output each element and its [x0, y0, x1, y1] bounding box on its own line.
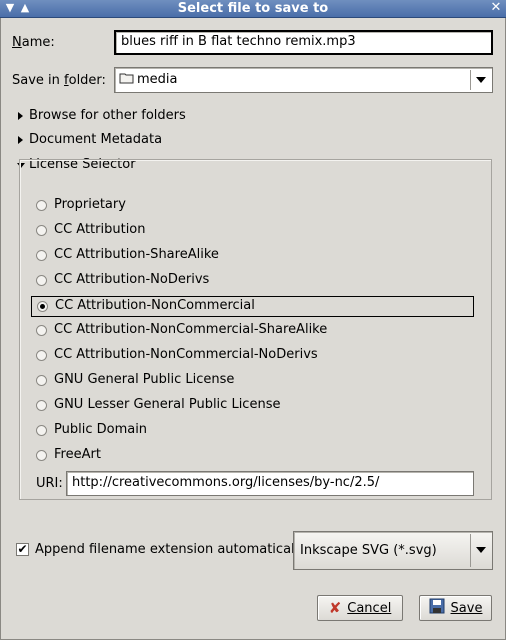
license-option[interactable]: CC Attribution-NonCommercial-NoDerivs	[31, 346, 474, 367]
license-option[interactable]: CC Attribution-NoDerivs	[31, 271, 474, 292]
license-option[interactable]: Proprietary	[31, 196, 474, 217]
license-option[interactable]: CC Attribution	[31, 221, 474, 242]
save-in-folder-combo[interactable]: media	[114, 67, 493, 93]
cancel-label: Cancel	[347, 600, 392, 616]
license-option[interactable]: Public Domain	[31, 421, 474, 442]
license-option-label: CC Attribution-NonCommercial-NoDerivs	[54, 347, 318, 362]
uri-label: URI:	[36, 476, 63, 491]
floppy-disk-icon	[429, 598, 445, 618]
expander-arrow-icon	[18, 136, 23, 144]
license-option-label: GNU Lesser General Public License	[54, 397, 281, 412]
radio-icon[interactable]	[36, 325, 47, 336]
cancel-icon: ✘	[328, 598, 342, 617]
append-extension-checkbox[interactable]: ✔	[16, 543, 29, 556]
browse-folders-label: Browse for other folders	[29, 108, 186, 123]
save-in-folder-value: media	[137, 72, 178, 87]
license-option-label: CC Attribution-ShareAlike	[54, 247, 219, 262]
license-option[interactable]: CC Attribution-NonCommercial-ShareAlike	[31, 321, 474, 342]
license-option-label: FreeArt	[54, 447, 101, 462]
file-type-value: Inkscape SVG (*.svg)	[300, 543, 437, 558]
close-icon[interactable]: ✕	[489, 1, 503, 15]
license-option[interactable]: CC Attribution-ShareAlike	[31, 246, 474, 267]
license-option-label: GNU General Public License	[54, 372, 235, 387]
radio-icon[interactable]	[36, 450, 47, 461]
file-type-combo[interactable]: Inkscape SVG (*.svg)	[293, 531, 493, 570]
radio-selected-icon[interactable]	[37, 301, 48, 312]
name-label: Name:	[12, 35, 55, 50]
save-in-folder-label: Save in folder:	[12, 73, 106, 88]
chevron-down-icon[interactable]	[476, 547, 486, 553]
save-button[interactable]: Save	[419, 595, 492, 621]
radio-icon[interactable]	[36, 350, 47, 361]
license-option-label: CC Attribution	[54, 222, 146, 237]
license-option[interactable]: CC Attribution-NonCommercial	[31, 296, 474, 317]
save-label: Save	[450, 600, 483, 616]
cancel-button[interactable]: ✘ Cancel	[317, 595, 403, 621]
append-extension-label[interactable]: Append filename extension automatically	[35, 542, 306, 557]
folder-icon	[119, 71, 135, 89]
expander-arrow-icon	[18, 112, 23, 120]
document-metadata-expander[interactable]: Document Metadata	[14, 131, 214, 149]
radio-icon[interactable]	[36, 200, 47, 211]
window-title: Select file to save to	[177, 1, 329, 16]
browse-folders-expander[interactable]: Browse for other folders	[14, 107, 214, 125]
license-option-label: CC Attribution-NoDerivs	[54, 272, 210, 287]
uri-input[interactable]: http://creativecommons.org/licenses/by-n…	[66, 471, 474, 496]
license-option-label: Proprietary	[54, 197, 126, 212]
radio-icon[interactable]	[36, 375, 47, 386]
license-option-label: CC Attribution-NonCommercial	[55, 298, 255, 313]
license-option[interactable]: GNU Lesser General Public License	[31, 396, 474, 417]
filename-input[interactable]: blues riff in B flat techno remix.mp3	[114, 30, 493, 55]
radio-icon[interactable]	[36, 425, 47, 436]
radio-icon[interactable]	[36, 250, 47, 261]
document-metadata-label: Document Metadata	[29, 132, 163, 147]
radio-icon[interactable]	[36, 225, 47, 236]
title-bar[interactable]: ▼ ▲ Select file to save to ✕	[0, 0, 506, 18]
license-option-label: Public Domain	[54, 422, 148, 437]
license-option[interactable]: GNU General Public License	[31, 371, 474, 392]
license-option-label: CC Attribution-NonCommercial-ShareAlike	[54, 322, 328, 337]
radio-icon[interactable]	[36, 275, 47, 286]
radio-icon[interactable]	[36, 400, 47, 411]
chevron-down-icon[interactable]	[476, 77, 486, 83]
license-option[interactable]: FreeArt	[31, 446, 474, 467]
